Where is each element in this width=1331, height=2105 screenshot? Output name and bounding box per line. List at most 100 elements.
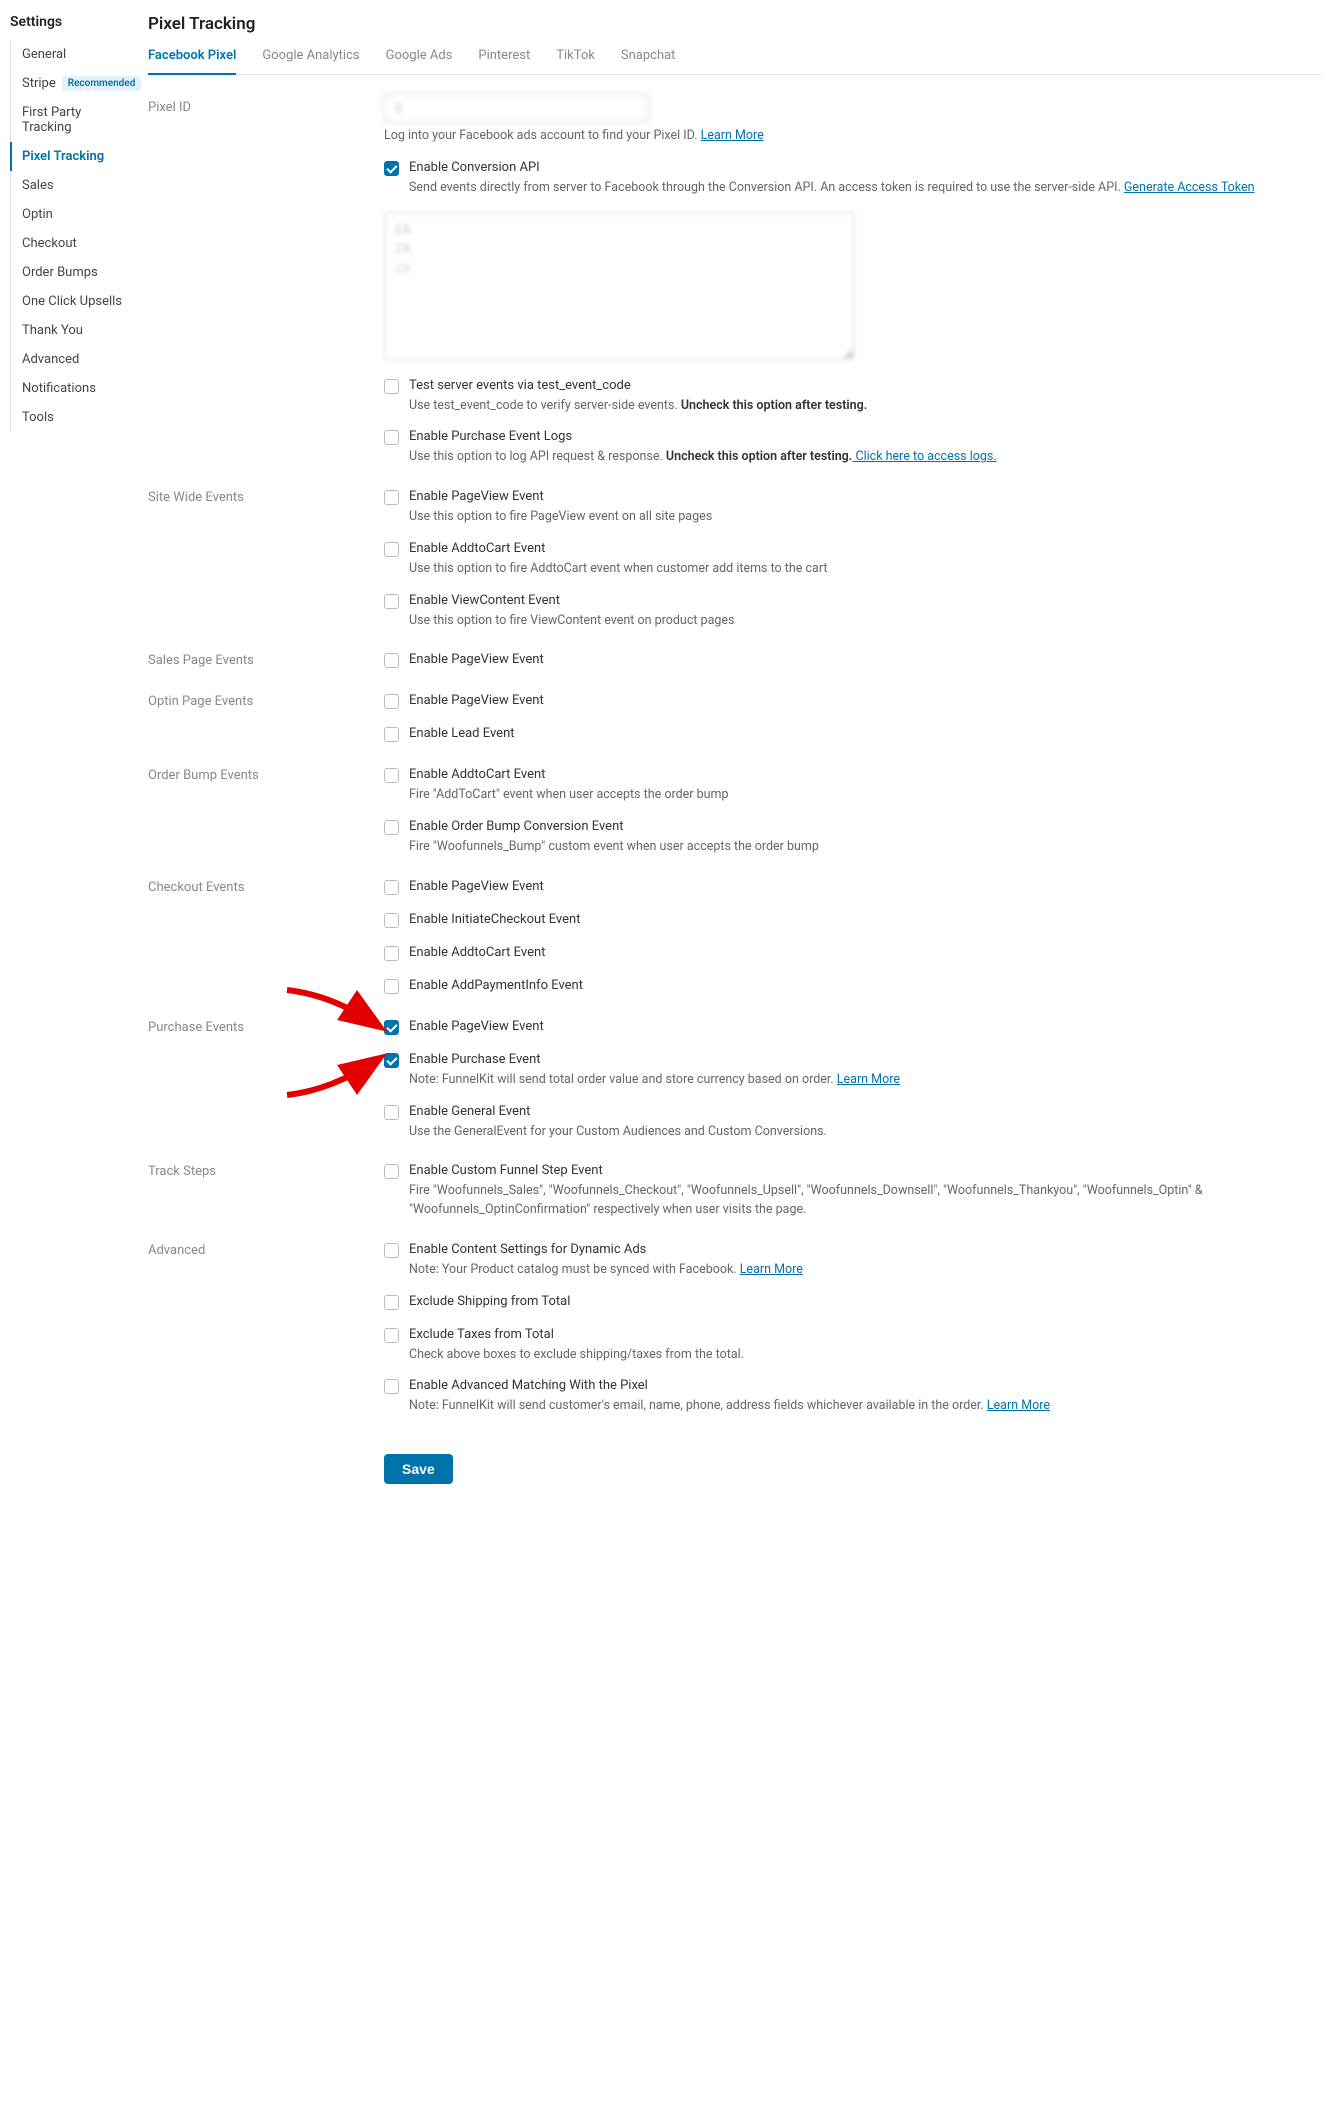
sidebar-item-label: Stripe (22, 76, 56, 91)
link-purchase-1[interactable]: Learn More (837, 1072, 900, 1087)
test-server-events-label: Test server events via test_event_code (409, 378, 631, 393)
learn-more-pixel-id-link[interactable]: Learn More (701, 128, 764, 143)
tab-facebook-pixel[interactable]: Facebook Pixel (148, 48, 236, 75)
desc-site_wide-2: Use this option to fire ViewContent even… (409, 613, 734, 628)
save-button[interactable]: Save (384, 1454, 453, 1484)
label-purchase: Purchase Events (148, 1013, 384, 1035)
sidebar-item-general[interactable]: General (10, 40, 130, 69)
checkbox-label-optin_page-0: Enable PageView Event (409, 693, 544, 708)
pixel-id-input[interactable] (384, 93, 649, 123)
tab-tiktok[interactable]: TikTok (556, 48, 595, 75)
desc-site_wide-0: Use this option to fire PageView event o… (409, 509, 712, 524)
sidebar-item-first-party-tracking[interactable]: First Party Tracking (10, 98, 130, 142)
desc-site_wide-1: Use this option to fire AddtoCart event … (409, 561, 827, 576)
sidebar-item-checkout[interactable]: Checkout (10, 229, 130, 258)
sidebar-item-label: Sales (22, 178, 54, 193)
checkbox-label-optin_page-1: Enable Lead Event (409, 726, 515, 741)
sidebar-item-label: General (22, 47, 66, 62)
sidebar-item-label: Advanced (22, 352, 79, 367)
sidebar-item-stripe[interactable]: StripeRecommended (10, 69, 130, 98)
checkbox-label-checkout-0: Enable PageView Event (409, 879, 544, 894)
checkbox-track_steps-0[interactable] (384, 1164, 399, 1179)
sidebar-item-label: Tools (22, 410, 54, 425)
tab-google-analytics[interactable]: Google Analytics (262, 48, 359, 75)
label-advanced: Advanced (148, 1236, 384, 1258)
checkbox-label-site_wide-2: Enable ViewContent Event (409, 593, 560, 608)
checkbox-advanced-0[interactable] (384, 1243, 399, 1258)
sidebar-item-label: Notifications (22, 381, 96, 396)
checkbox-optin_page-0[interactable] (384, 694, 399, 709)
sidebar-item-label: Thank You (22, 323, 83, 338)
sidebar-item-thank-you[interactable]: Thank You (10, 316, 130, 345)
tab-google-ads[interactable]: Google Ads (386, 48, 453, 75)
access-token-textarea[interactable] (384, 212, 854, 360)
checkbox-label-checkout-2: Enable AddtoCart Event (409, 945, 545, 960)
label-track_steps: Track Steps (148, 1157, 384, 1179)
purchase-logs-desc: Use this option to log API request & res… (409, 449, 666, 464)
sidebar-item-label: Checkout (22, 236, 77, 251)
checkbox-checkout-3[interactable] (384, 979, 399, 994)
checkbox-checkout-0[interactable] (384, 880, 399, 895)
checkbox-checkout-2[interactable] (384, 946, 399, 961)
label-site_wide: Site Wide Events (148, 483, 384, 505)
enable-purchase-logs-checkbox[interactable] (384, 430, 399, 445)
checkbox-label-checkout-1: Enable InitiateCheckout Event (409, 912, 580, 927)
checkbox-label-order_bump-1: Enable Order Bump Conversion Event (409, 819, 624, 834)
checkbox-label-advanced-1: Exclude Shipping from Total (409, 1294, 570, 1309)
sidebar-item-order-bumps[interactable]: Order Bumps (10, 258, 130, 287)
checkbox-advanced-2[interactable] (384, 1328, 399, 1343)
link-advanced-0[interactable]: Learn More (740, 1262, 803, 1277)
checkbox-site_wide-0[interactable] (384, 490, 399, 505)
checkbox-purchase-2[interactable] (384, 1105, 399, 1120)
enable-purchase-logs-label: Enable Purchase Event Logs (409, 429, 572, 444)
checkbox-label-advanced-0: Enable Content Settings for Dynamic Ads (409, 1242, 646, 1257)
checkbox-label-checkout-3: Enable AddPaymentInfo Event (409, 978, 583, 993)
checkbox-label-site_wide-0: Enable PageView Event (409, 489, 544, 504)
desc-advanced-3: Note: FunnelKit will send customer's ema… (409, 1398, 987, 1413)
sidebar-item-one-click-upsells[interactable]: One Click Upsells (10, 287, 130, 316)
checkbox-advanced-1[interactable] (384, 1295, 399, 1310)
tab-pinterest[interactable]: Pinterest (478, 48, 530, 75)
checkbox-checkout-1[interactable] (384, 913, 399, 928)
checkbox-optin_page-1[interactable] (384, 727, 399, 742)
checkbox-label-sales_page-0: Enable PageView Event (409, 652, 544, 667)
checkbox-order_bump-0[interactable] (384, 768, 399, 783)
sidebar-item-sales[interactable]: Sales (10, 171, 130, 200)
checkbox-purchase-1[interactable] (384, 1053, 399, 1068)
checkbox-site_wide-2[interactable] (384, 594, 399, 609)
sidebar-item-label: Order Bumps (22, 265, 98, 280)
checkbox-label-purchase-0: Enable PageView Event (409, 1019, 544, 1034)
generate-access-token-link[interactable]: Generate Access Token (1124, 180, 1255, 195)
checkbox-label-order_bump-0: Enable AddtoCart Event (409, 767, 545, 782)
sidebar-item-notifications[interactable]: Notifications (10, 374, 130, 403)
label-pixel-id: Pixel ID (148, 93, 384, 115)
tab-snapchat[interactable]: Snapchat (621, 48, 676, 75)
label-checkout: Checkout Events (148, 873, 384, 895)
test-server-events-checkbox[interactable] (384, 379, 399, 394)
sidebar-item-label: Optin (22, 207, 53, 222)
sidebar-item-label: One Click Upsells (22, 294, 122, 309)
sidebar-item-optin[interactable]: Optin (10, 200, 130, 229)
test-server-events-desc: Use test_event_code to verify server-sid… (409, 398, 681, 413)
sidebar-item-label: First Party Tracking (22, 105, 130, 135)
label-optin_page: Optin Page Events (148, 687, 384, 709)
checkbox-sales_page-0[interactable] (384, 653, 399, 668)
sidebar-title: Settings (10, 14, 130, 30)
help-pixel-id: Log into your Facebook ads account to fi… (384, 128, 701, 143)
sidebar-item-tools[interactable]: Tools (10, 403, 130, 432)
sidebar-item-pixel-tracking[interactable]: Pixel Tracking (10, 142, 130, 171)
checkbox-label-purchase-1: Enable Purchase Event (409, 1052, 541, 1067)
checkbox-order_bump-1[interactable] (384, 820, 399, 835)
desc-track_steps-0: Fire "Woofunnels_Sales", "Woofunnels_Che… (409, 1183, 1203, 1217)
sidebar-item-advanced[interactable]: Advanced (10, 345, 130, 374)
test-server-events-strong: Uncheck this option after testing. (681, 398, 867, 413)
checkbox-site_wide-1[interactable] (384, 542, 399, 557)
label-sales_page: Sales Page Events (148, 646, 384, 668)
access-logs-link[interactable]: Click here to access logs. (852, 449, 996, 464)
checkbox-advanced-3[interactable] (384, 1379, 399, 1394)
enable-conversion-api-checkbox[interactable] (384, 161, 399, 176)
desc-order_bump-1: Fire "Woofunnels_Bump" custom event when… (409, 839, 819, 854)
checkbox-purchase-0[interactable] (384, 1020, 399, 1035)
checkbox-label-track_steps-0: Enable Custom Funnel Step Event (409, 1163, 603, 1178)
link-advanced-3[interactable]: Learn More (987, 1398, 1050, 1413)
